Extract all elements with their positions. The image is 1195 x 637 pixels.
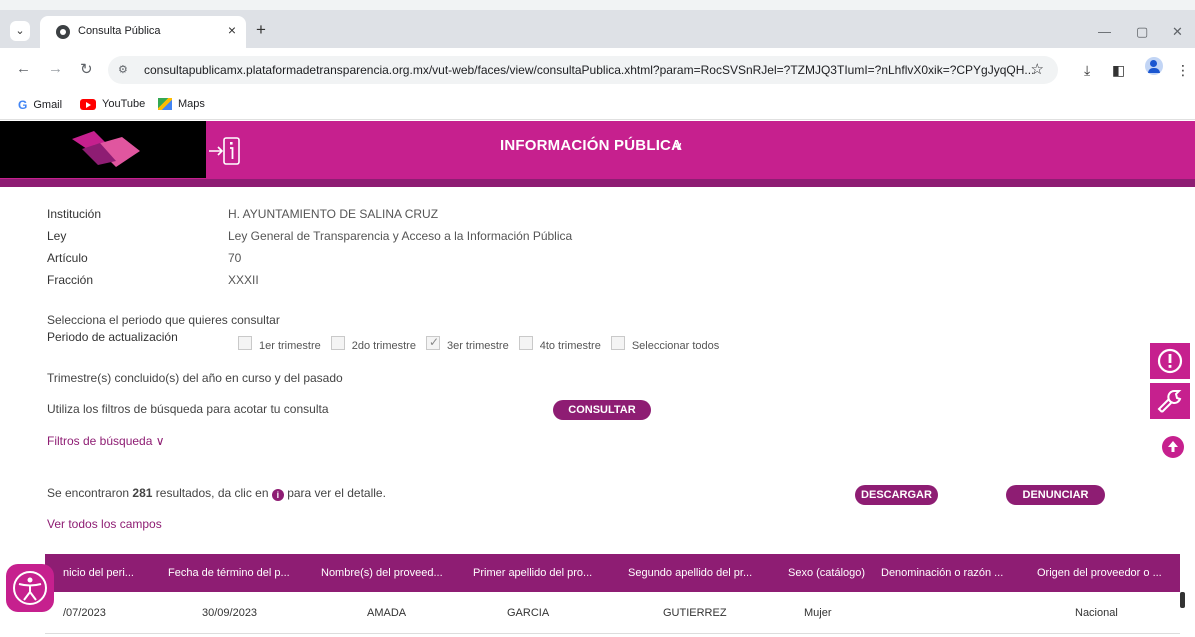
- column-header[interactable]: Sexo (catálogo): [788, 567, 865, 579]
- fraction-value: XXXII: [228, 273, 259, 287]
- reload-icon[interactable]: ↻: [80, 60, 93, 78]
- site-logo[interactable]: [0, 121, 206, 178]
- table-cell: 30/09/2023: [202, 607, 258, 619]
- period-prompt: Selecciona el periodo que quieres consul…: [47, 313, 280, 327]
- checkbox-q3[interactable]: [425, 335, 440, 350]
- law-label: Ley: [47, 229, 67, 243]
- url-text[interactable]: consultapublicamx.plataformadetransparen…: [144, 63, 1034, 77]
- logo-icon: [72, 131, 140, 167]
- tab-title: Consulta Pública: [78, 25, 161, 37]
- browser-menu-icon[interactable]: ⋮: [1176, 62, 1190, 79]
- checkbox-q2[interactable]: [330, 336, 345, 350]
- maps-icon: [158, 98, 172, 110]
- institution-label: Institución: [47, 207, 102, 221]
- column-header[interactable]: Primer apellido del pro...: [473, 567, 592, 579]
- scroll-up-icon[interactable]: [1161, 435, 1185, 459]
- law-value: Ley General de Transparencia y Acceso a …: [228, 229, 573, 243]
- address-bar: ← → ↻ ⚙ consultapublicamx.plataformadetr…: [0, 48, 1195, 90]
- checkbox-q1[interactable]: [238, 336, 252, 350]
- favicon-icon: [56, 25, 70, 39]
- period-options: 1er trimestre 2do trimestre 3er trimestr…: [238, 334, 729, 352]
- login-icon[interactable]: [208, 135, 242, 167]
- back-icon[interactable]: ←: [16, 60, 31, 77]
- profile-avatar-icon[interactable]: [1145, 57, 1163, 75]
- info-icon: i: [271, 489, 284, 501]
- report-button[interactable]: DENUNCIAR: [1006, 485, 1105, 505]
- checkbox-q2-label: 2do trimestre: [351, 340, 416, 352]
- tools-button[interactable]: [1150, 383, 1190, 419]
- institution-value: H. AYUNTAMIENTO DE SALINA CRUZ: [228, 207, 439, 221]
- table-cell: /07/2023: [63, 607, 106, 619]
- search-filters-toggle[interactable]: Filtros de búsqueda ∨: [47, 434, 165, 448]
- google-g-icon: G: [18, 98, 28, 112]
- consult-button[interactable]: CONSULTAR: [553, 400, 651, 420]
- accessibility-icon: [13, 571, 47, 605]
- report-problem-button[interactable]: [1150, 343, 1190, 379]
- article-label: Artículo: [47, 251, 88, 265]
- table-cell: Nacional: [1075, 607, 1118, 619]
- new-tab-button[interactable]: +: [256, 21, 266, 38]
- table-cell: Mujer: [804, 607, 832, 619]
- checkbox-q1-label: 1er trimestre: [259, 340, 321, 352]
- article-value: 70: [228, 251, 242, 265]
- download-button[interactable]: DESCARGAR: [855, 485, 938, 505]
- table-cell: GUTIERREZ: [663, 607, 727, 619]
- forward-icon[interactable]: →: [48, 60, 63, 77]
- view-all-fields-link[interactable]: Ver todos los campos: [47, 517, 162, 531]
- results-summary: Se encontraron 281 resultados, da clic e…: [47, 486, 386, 501]
- table-scrollbar[interactable]: [1180, 592, 1185, 608]
- fraction-label: Fracción: [47, 273, 94, 287]
- youtube-icon: [80, 98, 96, 110]
- site-info-icon[interactable]: ⚙: [118, 63, 128, 76]
- checkbox-q3-label: 3er trimestre: [446, 340, 509, 352]
- column-header[interactable]: Nombre(s) del proveed...: [321, 567, 443, 579]
- column-header[interactable]: Origen del proveedor o ...: [1037, 567, 1162, 579]
- table-row[interactable]: /07/2023 30/09/2023 AMADA GARCIA GUTIERR…: [45, 592, 1180, 634]
- alert-icon: [1157, 348, 1183, 374]
- bookmark-star-icon[interactable]: ☆: [1031, 60, 1044, 78]
- header-underline: [0, 179, 1195, 187]
- chevron-down-icon: ∨: [155, 434, 165, 448]
- bookmarks-bar: G Gmail YouTube Maps: [0, 90, 1195, 120]
- tab-bar: ⌄ Consulta Pública × + — ▢ ✕: [0, 10, 1195, 48]
- filters-hint: Utiliza los filtros de búsqueda para aco…: [47, 402, 329, 416]
- column-header[interactable]: Segundo apellido del pr...: [628, 567, 752, 579]
- download-icon[interactable]: ⤓: [1084, 62, 1090, 79]
- checkbox-q4-label: 4to trimestre: [539, 340, 601, 352]
- period-label: Periodo de actualización: [47, 330, 178, 344]
- tab-search-button[interactable]: ⌄: [10, 21, 30, 41]
- results-count: 281: [132, 486, 153, 500]
- table-cell: GARCIA: [507, 607, 550, 619]
- window-top-strip: [0, 0, 1195, 10]
- column-header[interactable]: nicio del peri...: [63, 567, 134, 579]
- tab-close-icon[interactable]: ×: [228, 22, 236, 38]
- checkbox-select-all-label: Seleccionar todos: [631, 340, 720, 352]
- restore-icon[interactable]: ▢: [1136, 24, 1148, 40]
- column-header[interactable]: Denominación o razón ...: [881, 567, 1003, 579]
- bookmark-maps[interactable]: Maps: [158, 98, 205, 110]
- header-title[interactable]: INFORMACIÓN PÚBLICA: [500, 137, 682, 154]
- table-header: nicio del peri... Fecha de término del p…: [45, 554, 1180, 592]
- period-note: Trimestre(s) concluido(s) del año en cur…: [47, 371, 343, 385]
- bookmark-youtube[interactable]: YouTube: [80, 98, 145, 110]
- minimize-icon[interactable]: —: [1098, 24, 1111, 39]
- table-cell: AMADA: [367, 607, 407, 619]
- accessibility-button[interactable]: [6, 564, 54, 612]
- omnibox[interactable]: ⚙ consultapublicamx.plataformadetranspar…: [108, 56, 1058, 84]
- checkbox-q4[interactable]: [518, 336, 533, 350]
- bookmark-gmail[interactable]: G Gmail: [18, 98, 62, 112]
- chevron-down-icon[interactable]: ∨: [674, 139, 683, 153]
- checkbox-select-all[interactable]: [610, 336, 625, 350]
- side-panel-icon[interactable]: ◧: [1112, 62, 1125, 79]
- close-window-icon[interactable]: ✕: [1172, 24, 1183, 40]
- column-header[interactable]: Fecha de término del p...: [168, 567, 290, 579]
- wrench-icon: [1157, 390, 1182, 413]
- browser-tab[interactable]: Consulta Pública ×: [40, 16, 246, 48]
